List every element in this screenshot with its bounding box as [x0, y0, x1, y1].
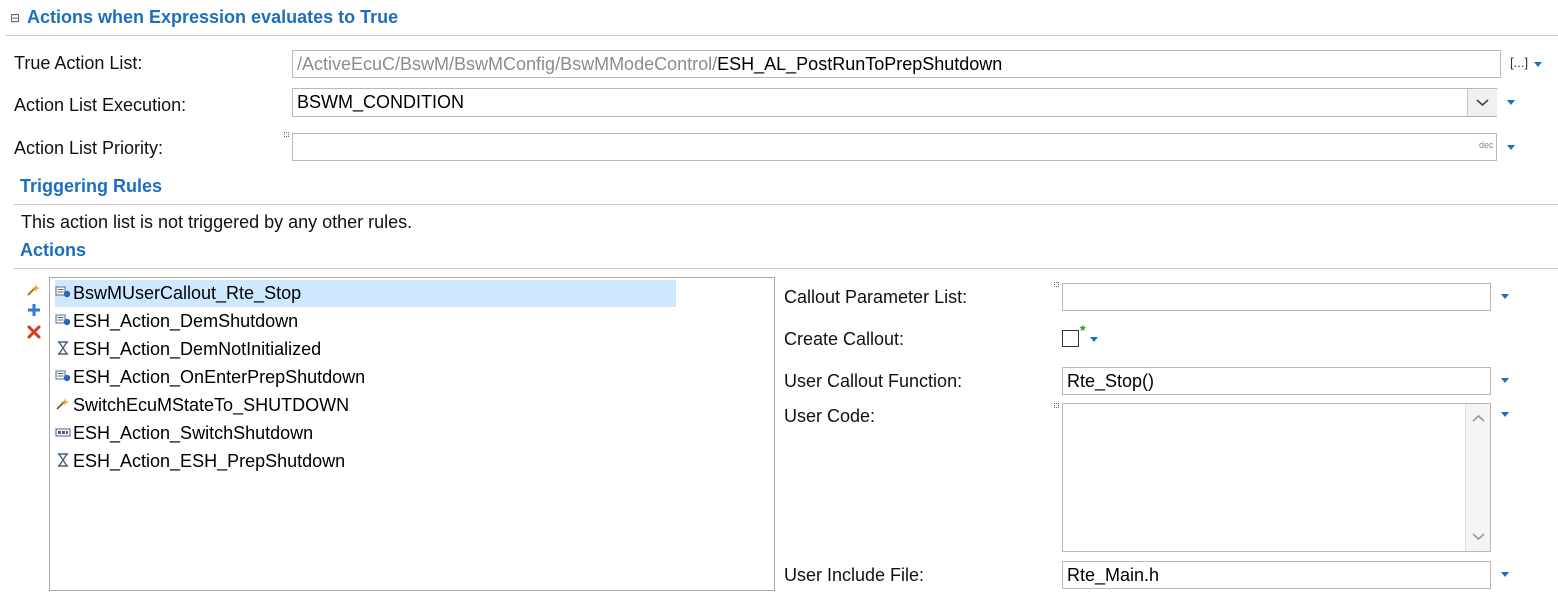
info-marker-icon: [1054, 282, 1059, 287]
browse-button[interactable]: [...]: [1510, 55, 1528, 70]
select-chevron-button[interactable]: [1467, 89, 1497, 116]
true-action-list-dropdown-icon[interactable]: [1534, 62, 1542, 67]
action-list-priority-field[interactable]: [292, 133, 1497, 161]
switch-state-icon: [56, 398, 69, 410]
list-item-label: ESH_Action_DemNotInitialized: [73, 339, 322, 359]
action-list-execution-label: Action List Execution:: [14, 95, 187, 115]
mode-switch-icon: [55, 428, 71, 437]
add-icon[interactable]: [26, 302, 42, 318]
action-list-priority-label: Action List Priority:: [14, 138, 164, 158]
actions-divider: [14, 268, 1558, 269]
list-item[interactable]: SwitchEcuMStateTo_SHUTDOWN: [55, 392, 349, 419]
callout-icon: [55, 286, 71, 298]
list-item-label: BswMUserCallout_Rte_Stop: [73, 283, 302, 303]
chevron-down-icon: [1476, 99, 1489, 107]
new-action-wand-icon[interactable]: [26, 282, 42, 298]
user-code-dropdown-icon[interactable]: [1501, 412, 1509, 417]
user-code-scrollbar[interactable]: [1465, 404, 1491, 551]
user-callout-function-dropdown-icon[interactable]: [1501, 378, 1509, 383]
create-callout-dropdown-icon[interactable]: [1090, 337, 1098, 342]
user-include-file-label: User Include File:: [784, 565, 925, 585]
header-divider: [6, 35, 1558, 36]
list-item-label: ESH_Action_SwitchShutdown: [73, 423, 314, 443]
user-code-label: User Code:: [784, 406, 876, 426]
list-item[interactable]: ESH_Action_DemNotInitialized: [55, 336, 321, 363]
triggering-rules-title: Triggering Rules: [20, 176, 163, 196]
action-list-execution-value: BSWM_CONDITION: [297, 92, 465, 112]
triggering-rules-divider: [14, 204, 1558, 205]
actions-title: Actions: [20, 240, 87, 260]
user-include-file-field[interactable]: Rte_Main.h: [1062, 561, 1491, 589]
create-callout-checkbox[interactable]: [1062, 330, 1079, 347]
list-item[interactable]: BswMUserCallout_Rte_Stop: [55, 280, 676, 307]
delete-icon[interactable]: [26, 324, 42, 340]
user-callout-function-value: Rte_Stop(): [1067, 371, 1155, 391]
list-item-label: SwitchEcuMStateTo_SHUTDOWN: [73, 395, 350, 415]
user-callout-function-field[interactable]: Rte_Stop(): [1062, 367, 1491, 395]
list-item-label: ESH_Action_OnEnterPrepShutdown: [73, 367, 366, 387]
info-marker-icon: [1054, 403, 1059, 408]
hourglass-icon: [58, 453, 68, 467]
callout-parameter-list-label: Callout Parameter List:: [784, 287, 968, 307]
scroll-down-icon[interactable]: [1466, 527, 1491, 547]
callout-icon: [55, 370, 71, 382]
true-action-list-name: ESH_AL_PostRunToPrepShutdown: [717, 54, 1003, 74]
action-list-priority-dropdown-icon[interactable]: [1507, 145, 1515, 150]
list-item[interactable]: ESH_Action_SwitchShutdown: [55, 420, 313, 447]
collapse-toggle-icon[interactable]: ⊟: [10, 11, 20, 25]
actions-list[interactable]: BswMUserCallout_Rte_Stop ESH_Action_DemS…: [49, 277, 775, 591]
section-title-true-actions: Actions when Expression evaluates to Tru…: [27, 7, 399, 27]
triggering-rules-message: This action list is not triggered by any…: [21, 212, 413, 232]
info-marker-icon: [284, 132, 289, 137]
create-callout-label: Create Callout:: [784, 329, 905, 349]
list-item[interactable]: ESH_Action_ESH_PrepShutdown: [55, 448, 345, 475]
list-item-label: ESH_Action_ESH_PrepShutdown: [73, 451, 346, 471]
modified-marker: *: [1080, 322, 1086, 338]
list-item-label: ESH_Action_DemShutdown: [73, 311, 299, 331]
user-code-textarea[interactable]: [1062, 403, 1491, 552]
true-action-list-field[interactable]: /ActiveEcuC/BswM/BswMConfig/BswMModeCont…: [292, 50, 1501, 78]
list-item[interactable]: ESH_Action_OnEnterPrepShutdown: [55, 364, 365, 391]
callout-parameter-list-field[interactable]: [1062, 283, 1491, 311]
callout-parameter-list-dropdown-icon[interactable]: [1501, 294, 1509, 299]
action-list-execution-select[interactable]: BSWM_CONDITION: [292, 88, 1497, 117]
priority-format-hint: dec: [1479, 140, 1494, 150]
true-action-list-path: /ActiveEcuC/BswM/BswMConfig/BswMModeCont…: [297, 54, 718, 74]
user-include-file-value: Rte_Main.h: [1067, 565, 1160, 585]
user-callout-function-label: User Callout Function:: [784, 371, 963, 391]
action-list-execution-dropdown-icon[interactable]: [1507, 100, 1515, 105]
list-item[interactable]: ESH_Action_DemShutdown: [55, 308, 298, 335]
scroll-up-icon[interactable]: [1466, 408, 1491, 428]
true-action-list-label: True Action List:: [14, 53, 143, 73]
callout-icon: [55, 314, 71, 326]
user-include-file-dropdown-icon[interactable]: [1501, 572, 1509, 577]
hourglass-icon: [58, 341, 68, 355]
